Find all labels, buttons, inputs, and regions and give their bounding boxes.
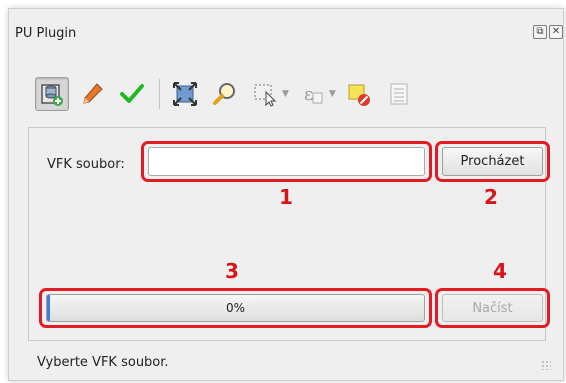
check-icon[interactable] (115, 77, 149, 111)
attribute-table-icon[interactable] (382, 77, 416, 111)
panel-title: PU Plugin (15, 26, 77, 41)
progress-text: 0% (225, 301, 246, 315)
float-icon[interactable]: ⧉ (533, 25, 547, 39)
panel-titlebar: PU Plugin ⧉ ✕ (9, 9, 563, 57)
vfk-file-path-input[interactable] (148, 147, 425, 176)
vfk-loader-group: VFK soubor: 1 Procházet 2 3 0% 4 Načíst (28, 127, 550, 341)
load-button[interactable]: Načíst (442, 294, 543, 322)
expression-select-dropdown-icon[interactable]: ▼ (329, 89, 336, 99)
zoom-to-selected-icon[interactable] (168, 77, 202, 111)
search-magnifier-icon[interactable] (208, 77, 242, 111)
status-message: Vyberte VFK soubor. (37, 355, 169, 370)
progress-bar: 0% (46, 294, 425, 322)
select-tool-icon[interactable] (248, 77, 282, 111)
load-vfk-icon[interactable] (35, 77, 69, 111)
vfk-file-label: VFK soubor: (47, 157, 125, 172)
close-icon[interactable]: ✕ (549, 25, 563, 39)
expression-select-icon[interactable]: ε (295, 77, 329, 111)
edit-pencil-icon[interactable] (75, 77, 109, 111)
select-tool-dropdown-icon[interactable]: ▼ (282, 89, 289, 99)
annotation-number-3: 3 (225, 259, 239, 283)
title-buttons: ⧉ ✕ (533, 25, 563, 39)
svg-text:ε: ε (304, 84, 313, 105)
toolbar: ▼ ε ▼ (35, 74, 422, 114)
browse-button[interactable]: Procházet (442, 147, 543, 176)
annotation-number-1: 1 (279, 185, 293, 209)
resize-grip-icon[interactable] (541, 360, 551, 370)
annotation-number-2: 2 (484, 185, 498, 209)
pu-plugin-panel: PU Plugin ⧉ ✕ ▼ ε ▼ VFK soubor: 1 Prochá… (8, 8, 564, 381)
clear-selection-icon[interactable] (342, 77, 376, 111)
toolbar-separator (159, 79, 160, 109)
annotation-number-4: 4 (493, 259, 507, 283)
